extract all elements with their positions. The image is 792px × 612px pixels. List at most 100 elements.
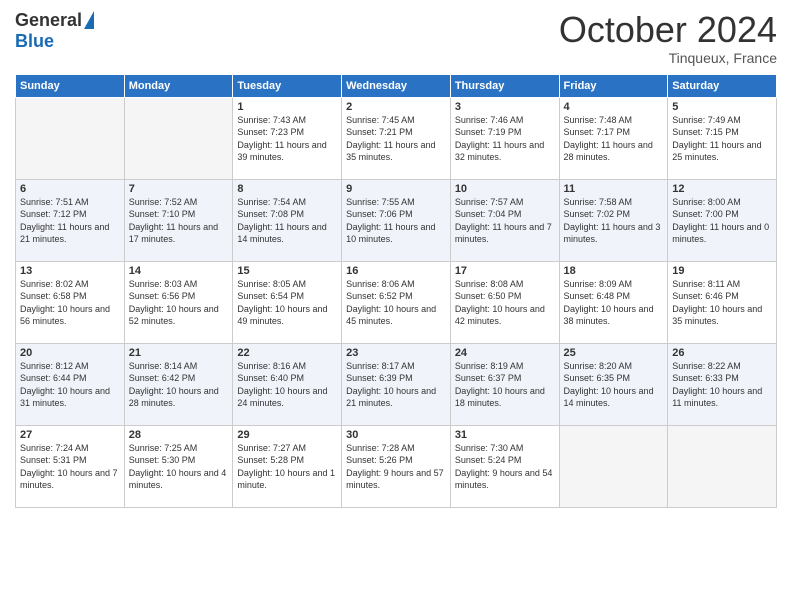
day-cell: 4Sunrise: 7:48 AMSunset: 7:17 PMDaylight… <box>559 97 668 179</box>
day-info: Sunrise: 8:08 AMSunset: 6:50 PMDaylight:… <box>455 278 555 328</box>
day-cell: 1Sunrise: 7:43 AMSunset: 7:23 PMDaylight… <box>233 97 342 179</box>
week-row-1: 1Sunrise: 7:43 AMSunset: 7:23 PMDaylight… <box>16 97 777 179</box>
day-number: 28 <box>129 429 229 441</box>
day-cell: 26Sunrise: 8:22 AMSunset: 6:33 PMDayligh… <box>668 343 777 425</box>
day-cell <box>16 97 125 179</box>
day-info: Sunrise: 7:28 AMSunset: 5:26 PMDaylight:… <box>346 442 446 492</box>
day-cell: 11Sunrise: 7:58 AMSunset: 7:02 PMDayligh… <box>559 179 668 261</box>
day-info: Sunrise: 7:43 AMSunset: 7:23 PMDaylight:… <box>237 114 337 164</box>
day-info: Sunrise: 8:03 AMSunset: 6:56 PMDaylight:… <box>129 278 229 328</box>
day-info: Sunrise: 7:57 AMSunset: 7:04 PMDaylight:… <box>455 196 555 246</box>
day-info: Sunrise: 8:06 AMSunset: 6:52 PMDaylight:… <box>346 278 446 328</box>
day-number: 4 <box>564 101 664 113</box>
logo-general: General <box>15 10 82 31</box>
day-cell: 21Sunrise: 8:14 AMSunset: 6:42 PMDayligh… <box>124 343 233 425</box>
logo-blue: Blue <box>15 31 54 52</box>
day-info: Sunrise: 7:27 AMSunset: 5:28 PMDaylight:… <box>237 442 337 492</box>
day-cell: 18Sunrise: 8:09 AMSunset: 6:48 PMDayligh… <box>559 261 668 343</box>
day-cell: 29Sunrise: 7:27 AMSunset: 5:28 PMDayligh… <box>233 425 342 507</box>
day-number: 8 <box>237 183 337 195</box>
page-container: General Blue October 2024 Tinqueux, Fran… <box>0 0 792 518</box>
day-number: 23 <box>346 347 446 359</box>
day-info: Sunrise: 7:54 AMSunset: 7:08 PMDaylight:… <box>237 196 337 246</box>
day-info: Sunrise: 7:58 AMSunset: 7:02 PMDaylight:… <box>564 196 664 246</box>
day-cell: 8Sunrise: 7:54 AMSunset: 7:08 PMDaylight… <box>233 179 342 261</box>
day-number: 5 <box>672 101 772 113</box>
header-row: SundayMondayTuesdayWednesdayThursdayFrid… <box>16 74 777 97</box>
header-cell-thursday: Thursday <box>450 74 559 97</box>
day-cell: 31Sunrise: 7:30 AMSunset: 5:24 PMDayligh… <box>450 425 559 507</box>
day-info: Sunrise: 8:12 AMSunset: 6:44 PMDaylight:… <box>20 360 120 410</box>
day-cell <box>668 425 777 507</box>
day-info: Sunrise: 7:25 AMSunset: 5:30 PMDaylight:… <box>129 442 229 492</box>
day-cell: 23Sunrise: 8:17 AMSunset: 6:39 PMDayligh… <box>342 343 451 425</box>
day-number: 31 <box>455 429 555 441</box>
day-number: 14 <box>129 265 229 277</box>
header: General Blue October 2024 Tinqueux, Fran… <box>15 10 777 66</box>
day-cell: 19Sunrise: 8:11 AMSunset: 6:46 PMDayligh… <box>668 261 777 343</box>
day-info: Sunrise: 8:09 AMSunset: 6:48 PMDaylight:… <box>564 278 664 328</box>
logo: General Blue <box>15 10 94 52</box>
day-cell: 9Sunrise: 7:55 AMSunset: 7:06 PMDaylight… <box>342 179 451 261</box>
location: Tinqueux, France <box>559 50 777 66</box>
day-number: 9 <box>346 183 446 195</box>
day-cell: 27Sunrise: 7:24 AMSunset: 5:31 PMDayligh… <box>16 425 125 507</box>
header-cell-tuesday: Tuesday <box>233 74 342 97</box>
month-title: October 2024 <box>559 10 777 50</box>
day-info: Sunrise: 8:14 AMSunset: 6:42 PMDaylight:… <box>129 360 229 410</box>
day-info: Sunrise: 7:49 AMSunset: 7:15 PMDaylight:… <box>672 114 772 164</box>
day-info: Sunrise: 7:30 AMSunset: 5:24 PMDaylight:… <box>455 442 555 492</box>
day-info: Sunrise: 8:11 AMSunset: 6:46 PMDaylight:… <box>672 278 772 328</box>
logo-triangle-icon <box>84 11 94 29</box>
day-info: Sunrise: 8:19 AMSunset: 6:37 PMDaylight:… <box>455 360 555 410</box>
day-info: Sunrise: 8:16 AMSunset: 6:40 PMDaylight:… <box>237 360 337 410</box>
week-row-4: 20Sunrise: 8:12 AMSunset: 6:44 PMDayligh… <box>16 343 777 425</box>
header-cell-sunday: Sunday <box>16 74 125 97</box>
day-cell: 5Sunrise: 7:49 AMSunset: 7:15 PMDaylight… <box>668 97 777 179</box>
day-cell: 17Sunrise: 8:08 AMSunset: 6:50 PMDayligh… <box>450 261 559 343</box>
day-number: 30 <box>346 429 446 441</box>
day-cell <box>559 425 668 507</box>
day-cell: 13Sunrise: 8:02 AMSunset: 6:58 PMDayligh… <box>16 261 125 343</box>
week-row-5: 27Sunrise: 7:24 AMSunset: 5:31 PMDayligh… <box>16 425 777 507</box>
day-cell: 6Sunrise: 7:51 AMSunset: 7:12 PMDaylight… <box>16 179 125 261</box>
day-info: Sunrise: 7:46 AMSunset: 7:19 PMDaylight:… <box>455 114 555 164</box>
day-cell: 25Sunrise: 8:20 AMSunset: 6:35 PMDayligh… <box>559 343 668 425</box>
header-cell-wednesday: Wednesday <box>342 74 451 97</box>
day-cell: 24Sunrise: 8:19 AMSunset: 6:37 PMDayligh… <box>450 343 559 425</box>
day-cell: 30Sunrise: 7:28 AMSunset: 5:26 PMDayligh… <box>342 425 451 507</box>
day-number: 13 <box>20 265 120 277</box>
day-info: Sunrise: 7:55 AMSunset: 7:06 PMDaylight:… <box>346 196 446 246</box>
day-number: 1 <box>237 101 337 113</box>
day-number: 6 <box>20 183 120 195</box>
day-number: 24 <box>455 347 555 359</box>
day-number: 15 <box>237 265 337 277</box>
day-number: 21 <box>129 347 229 359</box>
day-number: 17 <box>455 265 555 277</box>
day-cell: 2Sunrise: 7:45 AMSunset: 7:21 PMDaylight… <box>342 97 451 179</box>
day-info: Sunrise: 8:00 AMSunset: 7:00 PMDaylight:… <box>672 196 772 246</box>
day-number: 18 <box>564 265 664 277</box>
day-cell: 7Sunrise: 7:52 AMSunset: 7:10 PMDaylight… <box>124 179 233 261</box>
day-number: 22 <box>237 347 337 359</box>
week-row-3: 13Sunrise: 8:02 AMSunset: 6:58 PMDayligh… <box>16 261 777 343</box>
day-info: Sunrise: 8:17 AMSunset: 6:39 PMDaylight:… <box>346 360 446 410</box>
week-row-2: 6Sunrise: 7:51 AMSunset: 7:12 PMDaylight… <box>16 179 777 261</box>
calendar-table: SundayMondayTuesdayWednesdayThursdayFrid… <box>15 74 777 508</box>
day-number: 11 <box>564 183 664 195</box>
day-info: Sunrise: 8:20 AMSunset: 6:35 PMDaylight:… <box>564 360 664 410</box>
day-number: 12 <box>672 183 772 195</box>
header-cell-saturday: Saturday <box>668 74 777 97</box>
day-cell: 22Sunrise: 8:16 AMSunset: 6:40 PMDayligh… <box>233 343 342 425</box>
title-section: October 2024 Tinqueux, France <box>559 10 777 66</box>
day-number: 10 <box>455 183 555 195</box>
day-info: Sunrise: 7:52 AMSunset: 7:10 PMDaylight:… <box>129 196 229 246</box>
day-number: 19 <box>672 265 772 277</box>
day-number: 20 <box>20 347 120 359</box>
day-info: Sunrise: 8:05 AMSunset: 6:54 PMDaylight:… <box>237 278 337 328</box>
day-info: Sunrise: 7:48 AMSunset: 7:17 PMDaylight:… <box>564 114 664 164</box>
day-info: Sunrise: 7:24 AMSunset: 5:31 PMDaylight:… <box>20 442 120 492</box>
day-number: 27 <box>20 429 120 441</box>
day-cell: 15Sunrise: 8:05 AMSunset: 6:54 PMDayligh… <box>233 261 342 343</box>
day-number: 25 <box>564 347 664 359</box>
